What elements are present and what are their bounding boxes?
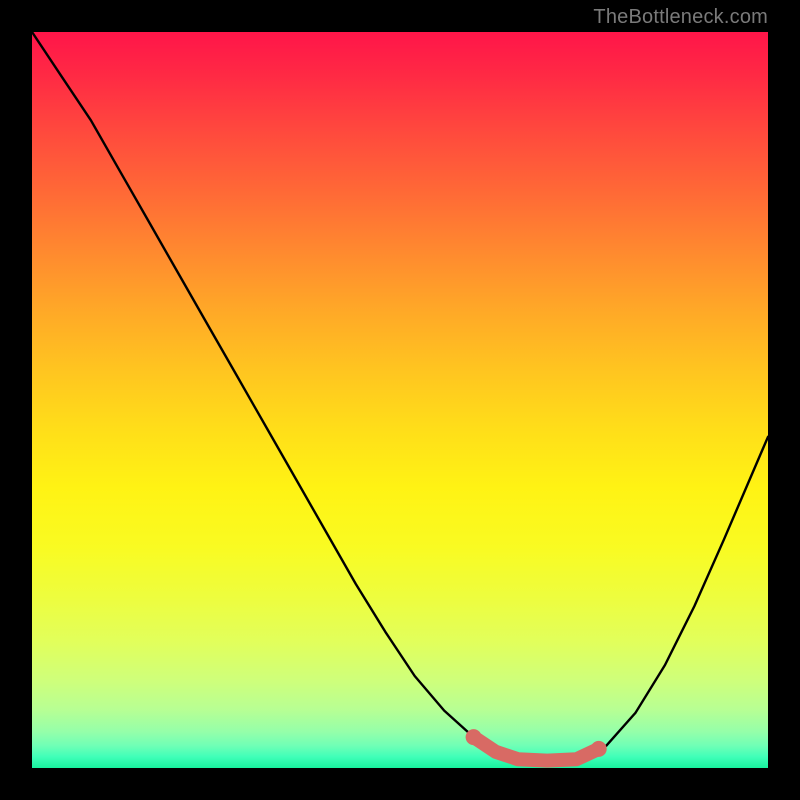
optimal-zone-end-dot bbox=[591, 741, 607, 757]
chart-stage: TheBottleneck.com bbox=[0, 0, 800, 800]
attribution-label: TheBottleneck.com bbox=[593, 6, 768, 29]
bottleneck-curve bbox=[32, 32, 768, 761]
plot-area bbox=[32, 32, 768, 768]
optimal-zone-highlight bbox=[474, 737, 599, 761]
optimal-zone-start-dot bbox=[466, 729, 482, 745]
chart-svg bbox=[32, 32, 768, 768]
